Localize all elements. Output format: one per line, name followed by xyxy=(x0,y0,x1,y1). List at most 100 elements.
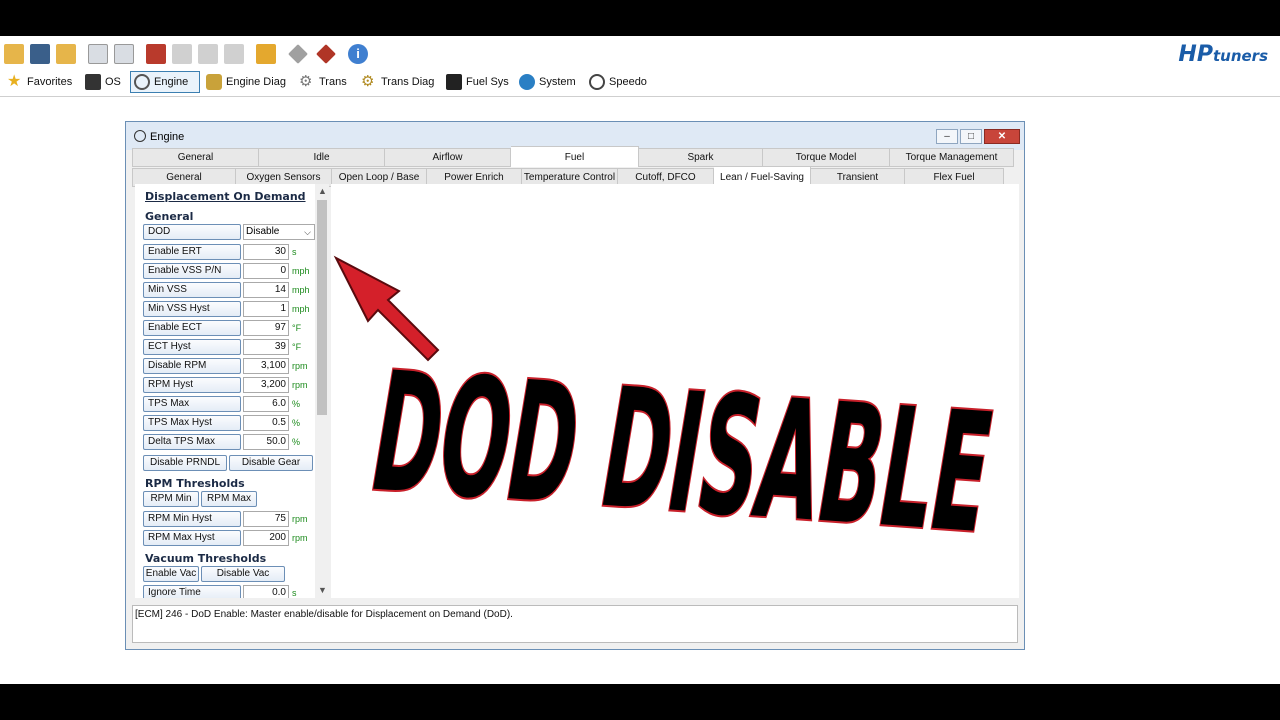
delta-tps-max-input[interactable]: 50.0 xyxy=(243,434,289,450)
engine-diag-icon xyxy=(206,74,222,90)
delta-tps-max-unit: % xyxy=(292,437,301,447)
hp-tuners-logo: HPtuners xyxy=(1178,42,1268,67)
engine-icon xyxy=(134,74,150,90)
nav-fuel-sys[interactable]: Fuel Sys xyxy=(443,71,512,93)
maximize-button[interactable]: □ xyxy=(960,129,982,144)
tps-max-hyst-input[interactable]: 0.5 xyxy=(243,415,289,431)
disable-rpm-unit: rpm xyxy=(292,361,308,371)
vacuum-thresholds-heading: Vacuum Thresholds xyxy=(145,552,267,565)
rpm-max-hyst-unit: rpm xyxy=(292,533,308,543)
nav-trans-diag[interactable]: ⚙ Trans Diag xyxy=(358,71,437,93)
delta-tps-max-label[interactable]: Delta TPS Max xyxy=(143,434,241,450)
open-folder-icon[interactable] xyxy=(4,44,24,64)
enable-ect-input[interactable]: 97 xyxy=(243,320,289,336)
speedometer-icon xyxy=(589,74,605,90)
nav-system[interactable]: System xyxy=(516,71,579,93)
write-disabled-icon xyxy=(288,44,308,64)
tab-torque-model[interactable]: Torque Model xyxy=(763,148,890,167)
min-vss-input[interactable]: 14 xyxy=(243,282,289,298)
ignore-time-input[interactable]: 0.0 xyxy=(243,585,289,598)
tab-airflow[interactable]: Airflow xyxy=(385,148,511,167)
ect-hyst-label[interactable]: ECT Hyst xyxy=(143,339,241,355)
tab-fuel[interactable]: Fuel xyxy=(511,146,639,167)
file-info-icon[interactable] xyxy=(88,44,108,64)
editor-canvas xyxy=(331,184,1019,598)
dod-select[interactable]: Disable ⌵ xyxy=(243,224,315,240)
dod-settings-panel: Displacement On Demand General DOD Disab… xyxy=(135,184,328,598)
file-compare-icon[interactable] xyxy=(114,44,134,64)
rpm-thresholds-heading: RPM Thresholds xyxy=(145,477,245,490)
tps-max-input[interactable]: 6.0 xyxy=(243,396,289,412)
tab-torque-management[interactable]: Torque Management xyxy=(890,148,1014,167)
enable-vss-p-n-input[interactable]: 0 xyxy=(243,263,289,279)
ect-hyst-input[interactable]: 39 xyxy=(243,339,289,355)
nav-speedo[interactable]: Speedo xyxy=(586,71,650,93)
table-diff-icon[interactable] xyxy=(224,44,244,64)
close-button[interactable]: ✕ xyxy=(984,129,1020,144)
table-icon[interactable] xyxy=(172,44,192,64)
sync-icon[interactable] xyxy=(256,44,276,64)
disable-rpm-label[interactable]: Disable RPM xyxy=(143,358,241,374)
tab-idle[interactable]: Idle xyxy=(259,148,385,167)
panel-scrollbar[interactable]: ▲ ▼ xyxy=(315,184,329,598)
enable-ert-unit: s xyxy=(292,247,297,257)
info-icon[interactable]: i xyxy=(348,44,368,64)
nav-trans[interactable]: ⚙ Trans xyxy=(296,71,350,93)
min-vss-label[interactable]: Min VSS xyxy=(143,282,241,298)
chevron-down-icon: ⌵ xyxy=(304,227,311,237)
enable-ect-unit: °F xyxy=(292,323,302,333)
rpm-min-hyst-unit: rpm xyxy=(292,514,308,524)
star-icon: ★ xyxy=(7,73,22,90)
disable-gear-button[interactable]: Disable Gear xyxy=(229,455,313,471)
open-file-icon[interactable] xyxy=(56,44,76,64)
read-vehicle-icon[interactable] xyxy=(146,44,166,64)
dod-label-button[interactable]: DOD xyxy=(143,224,241,240)
rpm-min-hyst-label[interactable]: RPM Min Hyst xyxy=(143,511,241,527)
tab-spark[interactable]: Spark xyxy=(639,148,763,167)
enable-ert-input[interactable]: 30 xyxy=(243,244,289,260)
tps-max-hyst-unit: % xyxy=(292,418,301,428)
ect-hyst-unit: °F xyxy=(292,342,302,352)
ignore-time-label[interactable]: Ignore Time xyxy=(143,585,241,598)
disable-vac-button[interactable]: Disable Vac xyxy=(201,566,285,582)
min-vss-hyst-label[interactable]: Min VSS Hyst xyxy=(143,301,241,317)
tps-max-label[interactable]: TPS Max xyxy=(143,396,241,412)
minimize-button[interactable]: – xyxy=(936,129,958,144)
rpm-hyst-input[interactable]: 3,200 xyxy=(243,377,289,393)
dod-heading[interactable]: Displacement On Demand xyxy=(145,190,306,203)
main-toolbar: i HPtuners xyxy=(0,36,1280,73)
disable-rpm-input[interactable]: 3,100 xyxy=(243,358,289,374)
window-title: Engine xyxy=(150,131,185,143)
nav-engine[interactable]: Engine xyxy=(130,71,200,93)
scroll-thumb[interactable] xyxy=(317,200,327,415)
engine-icon xyxy=(134,130,146,142)
nav-engine-diag[interactable]: Engine Diag xyxy=(203,71,289,93)
rpm-max-hyst-label[interactable]: RPM Max Hyst xyxy=(143,530,241,546)
scroll-down-icon[interactable]: ▼ xyxy=(318,585,327,595)
enable-vac-button[interactable]: Enable Vac xyxy=(143,566,199,582)
nav-favorites[interactable]: ★ Favorites xyxy=(4,71,75,93)
fuel-pump-icon xyxy=(446,74,462,90)
rpm-hyst-unit: rpm xyxy=(292,380,308,390)
rpm-min-button[interactable]: RPM Min xyxy=(143,491,199,507)
tab-general[interactable]: General xyxy=(132,148,259,167)
enable-vss-p-n-unit: mph xyxy=(292,266,310,276)
disable-prndl-button[interactable]: Disable PRNDL xyxy=(143,455,227,471)
rpm-hyst-label[interactable]: RPM Hyst xyxy=(143,377,241,393)
nav-os[interactable]: OS xyxy=(82,71,124,93)
rpm-max-hyst-input[interactable]: 200 xyxy=(243,530,289,546)
table-compare-icon[interactable] xyxy=(198,44,218,64)
enable-ert-label[interactable]: Enable ERT xyxy=(143,244,241,260)
rpm-min-hyst-input[interactable]: 75 xyxy=(243,511,289,527)
chip-icon xyxy=(85,74,101,90)
enable-vss-p-n-label[interactable]: Enable VSS P/N xyxy=(143,263,241,279)
scroll-up-icon[interactable]: ▲ xyxy=(318,186,327,196)
enable-ect-label[interactable]: Enable ECT xyxy=(143,320,241,336)
write-vehicle-icon[interactable] xyxy=(316,44,336,64)
min-vss-hyst-unit: mph xyxy=(292,304,310,314)
tps-max-hyst-label[interactable]: TPS Max Hyst xyxy=(143,415,241,431)
rpm-max-button[interactable]: RPM Max xyxy=(201,491,257,507)
save-icon[interactable] xyxy=(30,44,50,64)
min-vss-hyst-input[interactable]: 1 xyxy=(243,301,289,317)
ignore-time-unit: s xyxy=(292,588,297,598)
